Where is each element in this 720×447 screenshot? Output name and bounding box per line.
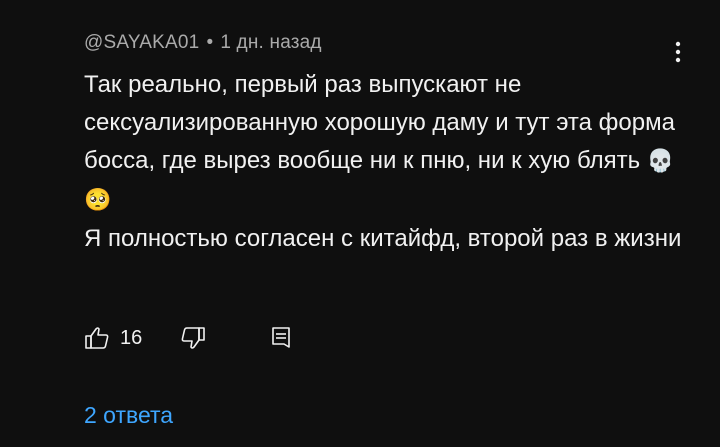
comment-text-main: Так реально, первый раз выпускают не сек… — [84, 71, 682, 174]
replies-link[interactable]: 2 ответа — [84, 402, 173, 429]
comment-meta: @SAYAKA01 • 1 дн. назад — [84, 30, 684, 56]
more-vertical-icon[interactable] — [668, 38, 688, 66]
like-count: 16 — [120, 326, 143, 349]
thumbs-down-icon[interactable] — [180, 325, 206, 351]
thumbs-up-icon[interactable] — [84, 325, 110, 351]
comment-actions: 16 — [84, 322, 294, 354]
comment-text: Так реально, первый раз выпускают не сек… — [84, 66, 684, 258]
comment-time[interactable]: 1 дн. назад — [220, 32, 321, 53]
author-handle[interactable]: @SAYAKA01 — [84, 32, 199, 53]
comment-text-second: Я полностью согласен с китайфд, второй р… — [84, 225, 682, 252]
comment: @SAYAKA01 • 1 дн. назад Так реально, первы… — [84, 30, 684, 258]
meta-separator: • — [206, 32, 214, 53]
reply-icon[interactable] — [268, 325, 294, 351]
